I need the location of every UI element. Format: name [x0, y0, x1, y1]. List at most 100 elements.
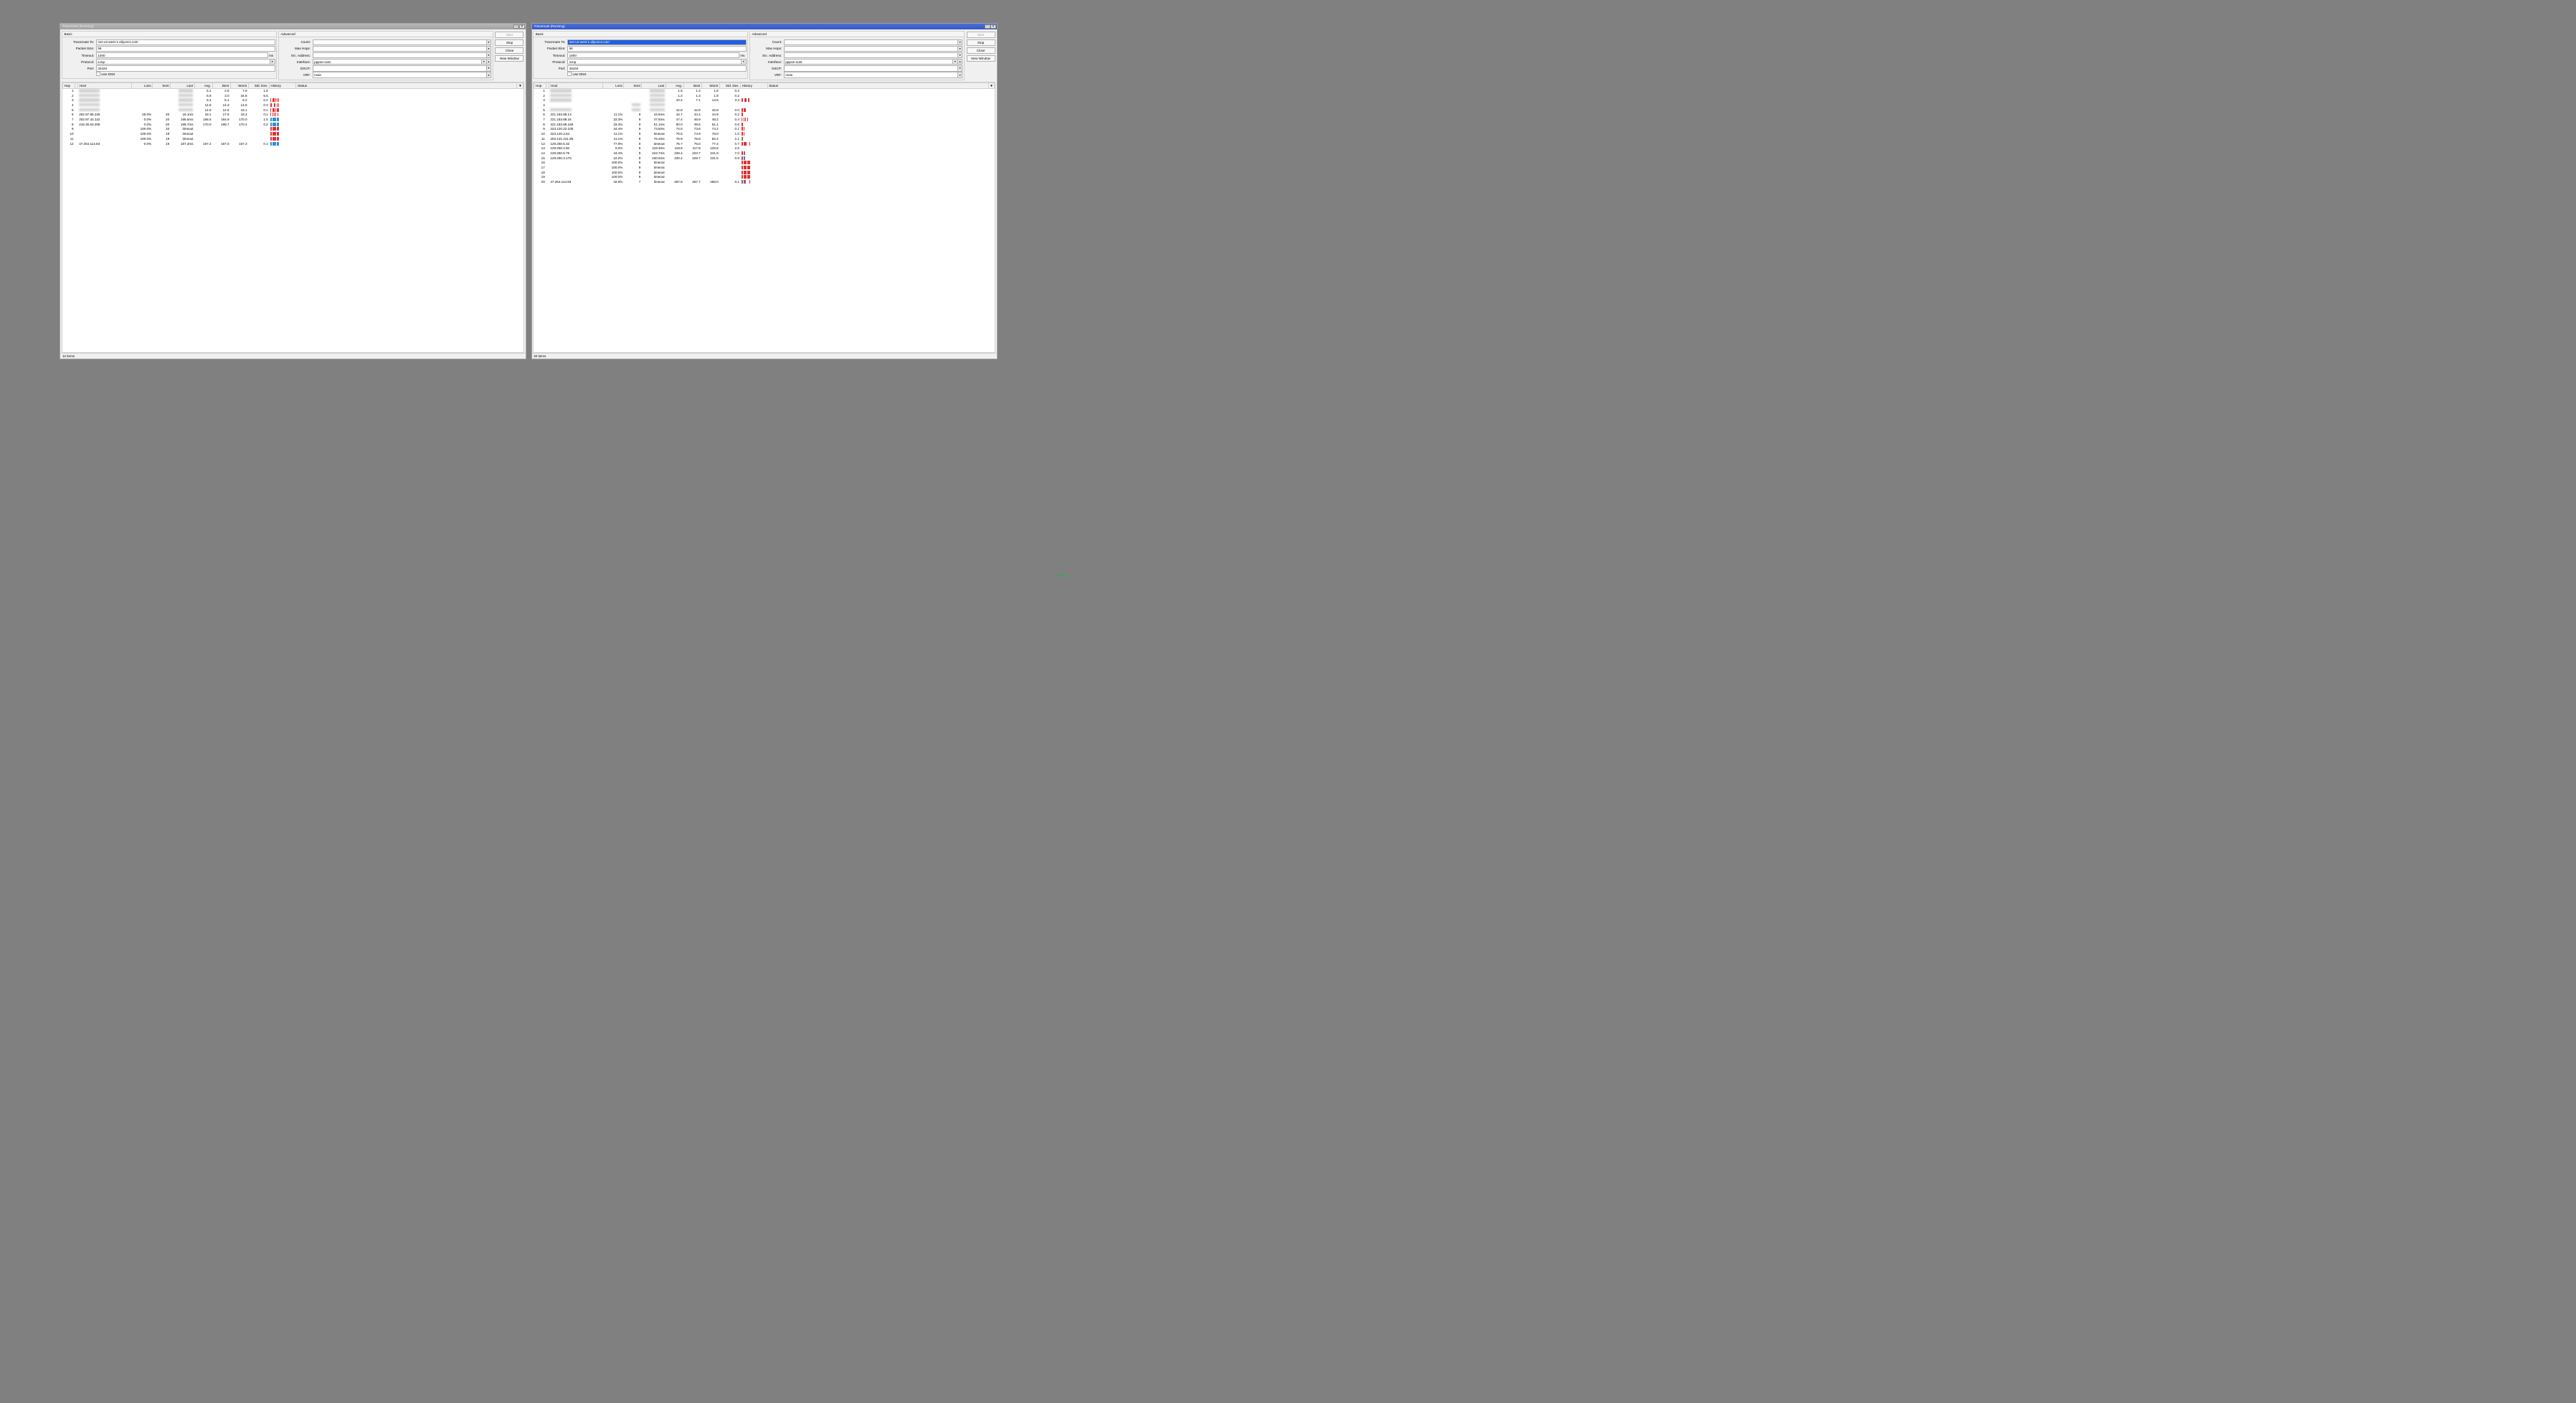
table-row[interactable]: 19100.0%9timeout: [534, 174, 995, 179]
interface-input[interactable]: [313, 59, 482, 65]
up-arrow-icon[interactable]: ▲: [958, 59, 963, 65]
column-header[interactable]: Std. Dev.: [248, 82, 269, 88]
table-row[interactable]: 9223.120.22.10544.4%973.8ms74.073.874.20…: [534, 127, 995, 132]
column-header[interactable]: Status: [767, 82, 988, 88]
dropdown-icon[interactable]: ▼: [958, 39, 963, 45]
column-header[interactable]: Last: [171, 82, 194, 88]
stop-button[interactable]: Stop: [967, 39, 995, 47]
port-input[interactable]: [567, 65, 747, 71]
column-header[interactable]: Worst: [230, 82, 248, 88]
column-menu-icon[interactable]: ▼: [988, 82, 995, 88]
up-arrow-icon[interactable]: ▲: [487, 59, 492, 65]
table-row[interactable]: 2047.254.114.8342.9%7timeout267.8267.726…: [534, 179, 995, 184]
table-row[interactable]: 16100.0%9timeout: [534, 160, 995, 165]
timeout-input[interactable]: [96, 52, 268, 58]
column-header[interactable]: History: [269, 82, 296, 88]
count-input[interactable]: [313, 39, 487, 45]
vrf-input[interactable]: [313, 72, 487, 77]
table-row[interactable]: 414.614.314.80.3: [63, 103, 524, 108]
src-address-input[interactable]: [313, 52, 487, 58]
packet-size-input[interactable]: [567, 46, 747, 52]
column-header[interactable]: Worst: [701, 82, 719, 88]
table-row[interactable]: 15129.250.3.17522.2%9230.6ms230.2229.723…: [534, 156, 995, 161]
dropdown-icon[interactable]: ▼: [270, 59, 275, 65]
table-row[interactable]: 542.842.842.80.0: [534, 108, 995, 113]
dropdown-icon[interactable]: ▼: [487, 39, 492, 45]
close-button[interactable]: Close: [495, 47, 524, 55]
column-header[interactable]: Hop: [534, 82, 546, 88]
max-hops-input[interactable]: [313, 46, 487, 52]
new-window-button[interactable]: New Window: [495, 55, 524, 62]
column-header[interactable]: Loss: [603, 82, 624, 88]
table-row[interactable]: 10100.0%19timeout: [63, 131, 524, 136]
count-input[interactable]: [784, 39, 958, 45]
minimize-button[interactable]: □: [513, 24, 519, 29]
dscp-input[interactable]: [784, 65, 958, 71]
table-row[interactable]: 7221.183.89.3433.3%947.5ms47.446.948.20.…: [534, 117, 995, 122]
table-row[interactable]: 8218.30.53.2060.0%20169.7ms170.0169.7170…: [63, 122, 524, 127]
titlebar[interactable]: Traceroute (Running)□✕: [60, 24, 526, 29]
dropdown-icon[interactable]: ▼: [958, 46, 963, 52]
close-button[interactable]: ✕: [519, 24, 525, 29]
column-menu-icon[interactable]: ▼: [517, 82, 524, 88]
table-row[interactable]: 18100.0%9timeout: [534, 170, 995, 175]
dropdown-icon[interactable]: ▼: [958, 65, 963, 71]
table-row[interactable]: 26.93.034.86.5: [63, 93, 524, 98]
table-row[interactable]: 21.41.31.90.2: [534, 93, 995, 98]
src-address-input[interactable]: [784, 52, 958, 58]
dropdown-icon[interactable]: ▼: [482, 59, 487, 65]
column-header[interactable]: Host: [549, 82, 603, 88]
dropdown-icon[interactable]: ▼: [742, 59, 747, 65]
max-hops-input[interactable]: [784, 46, 958, 52]
minimize-button[interactable]: □: [985, 24, 990, 29]
vrf-input[interactable]: [784, 72, 958, 77]
table-row[interactable]: 13129.250.2.500.0%9118.3ms119.8117.8125.…: [534, 146, 995, 151]
column-header[interactable]: Loss: [132, 82, 153, 88]
port-input[interactable]: [96, 65, 275, 71]
interface-input[interactable]: [784, 59, 953, 65]
start-button[interactable]: Start: [495, 32, 524, 39]
protocol-input[interactable]: [96, 59, 270, 65]
traceroute-to-input[interactable]: [96, 39, 275, 45]
column-header[interactable]: Host: [78, 82, 132, 88]
column-header[interactable]: Hop: [63, 82, 75, 88]
table-row[interactable]: 11.61.31.80.2: [534, 88, 995, 93]
column-header[interactable]: Sent: [624, 82, 642, 88]
packet-size-input[interactable]: [96, 46, 275, 52]
start-button[interactable]: Start: [967, 32, 995, 39]
table-row[interactable]: 12129.250.5.3277.8%9timeout76.776.077.30…: [534, 141, 995, 146]
column-header[interactable]: Avg.: [194, 82, 212, 88]
use-dns-checkbox[interactable]: [96, 72, 100, 76]
table-row[interactable]: 310.47.113.63.3: [534, 98, 995, 103]
table-row[interactable]: 10223.120.2.5411.1%9timeout75.574.978.01…: [534, 131, 995, 136]
table-row[interactable]: 11203.131.241.8511.1%976.3ms76.975.882.4…: [534, 136, 995, 141]
table-row[interactable]: 6221.183.89.1311.1%944.6ms44.744.444.90.…: [534, 113, 995, 118]
table-row[interactable]: 7202.97.43.1220.0%20166.5ms166.5164.9170…: [63, 117, 524, 122]
table-row[interactable]: 1247.254.114.830.0%19167.2ms167.2167.016…: [63, 141, 524, 146]
column-header[interactable]: Best: [212, 82, 230, 88]
dropdown-icon[interactable]: ▼: [958, 52, 963, 58]
column-header[interactable]: Status: [296, 82, 517, 88]
table-row[interactable]: 6202.97.66.22525.0%2018.1ms18.117.918.40…: [63, 113, 524, 118]
table-row[interactable]: 4: [534, 103, 995, 108]
protocol-input[interactable]: [567, 59, 742, 65]
dropdown-icon[interactable]: ▼: [487, 72, 492, 77]
timeout-input[interactable]: [567, 52, 739, 58]
table-row[interactable]: 14129.250.5.7844.4%9223.7ms228.4223.7241…: [534, 151, 995, 156]
column-header[interactable]: Sent: [153, 82, 171, 88]
table-row[interactable]: 8221.183.89.16933.3%951.1ms50.049.551.10…: [534, 122, 995, 127]
column-header[interactable]: Last: [642, 82, 666, 88]
table-row[interactable]: 11100.0%19timeout: [63, 136, 524, 141]
table-row[interactable]: 15.12.57.91.8: [63, 88, 524, 93]
column-header[interactable]: Std. Dev.: [719, 82, 740, 88]
dropdown-icon[interactable]: ▼: [487, 46, 492, 52]
column-header[interactable]: Best: [683, 82, 701, 88]
new-window-button[interactable]: New Window: [967, 55, 995, 62]
dropdown-icon[interactable]: ▼: [953, 59, 958, 65]
titlebar[interactable]: Traceroute (Running)□✕: [532, 24, 998, 29]
column-header[interactable]: Avg.: [666, 82, 683, 88]
dscp-input[interactable]: [313, 65, 487, 71]
dropdown-icon[interactable]: ▼: [487, 65, 492, 71]
table-row[interactable]: 514.914.615.10.1: [63, 108, 524, 113]
table-row[interactable]: 35.45.16.20.4: [63, 98, 524, 103]
